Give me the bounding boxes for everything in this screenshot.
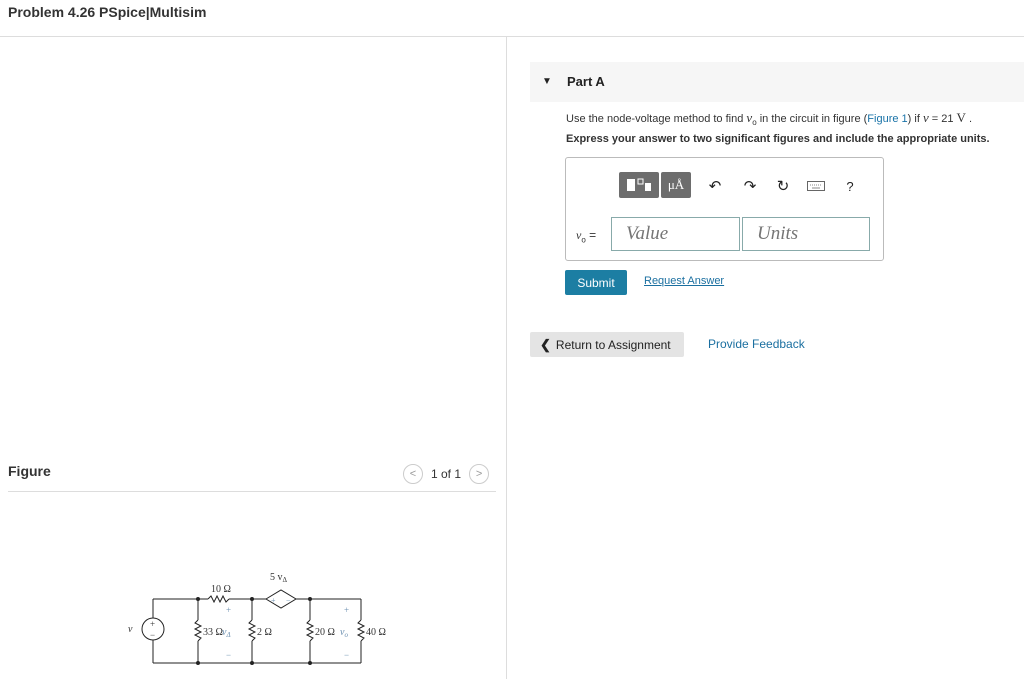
answer-label: vo = [576, 228, 597, 245]
request-answer-link[interactable]: Request Answer [644, 275, 724, 287]
chevron-left-icon: ❮ [540, 336, 551, 352]
label-r33: 33 Ω [203, 627, 223, 638]
vdelta-plus: + [226, 605, 231, 615]
units-input[interactable] [742, 217, 870, 251]
submit-button[interactable]: Submit [565, 270, 627, 295]
resistor-10 [207, 594, 230, 604]
label-r40: 40 Ω [366, 627, 386, 638]
circuit-diagram: v + − 10 Ω 5 vΔ + − 33 Ω vΔ + − 2 Ω 20 Ω… [128, 572, 386, 665]
panel-divider [506, 37, 507, 679]
dep-plus: + [271, 596, 276, 605]
resistor-20 [305, 619, 315, 642]
page-title: Problem 4.26 PSpice|Multisim [8, 4, 207, 20]
answer-box: μÅ ↶ ↷ ↻ ? vo = [565, 157, 884, 261]
source-plus: + [150, 619, 155, 629]
figure-pager: < 1 of 1 > [403, 464, 490, 484]
node-dot [196, 661, 200, 665]
pager-count: 1 of 1 [431, 467, 462, 481]
vo-minus: − [344, 650, 349, 660]
label-dep-source: 5 vΔ [270, 572, 288, 584]
keyboard-icon[interactable] [806, 176, 826, 196]
figure-heading: Figure [8, 463, 51, 479]
node-dot [250, 661, 254, 665]
reset-icon[interactable]: ↻ [773, 176, 793, 196]
resistor-40 [356, 619, 366, 642]
chevron-right-icon[interactable]: > [469, 464, 490, 484]
provide-feedback-link[interactable]: Provide Feedback [708, 337, 805, 351]
vdelta-minus: − [226, 650, 231, 660]
label-vdelta: vΔ [222, 627, 231, 639]
label-vo: vo [340, 627, 348, 639]
resistor-33 [193, 619, 203, 642]
source-minus: − [150, 630, 155, 640]
caret-down-icon: ▼ [542, 76, 552, 87]
title-bar: Problem 4.26 PSpice|Multisim [0, 0, 1024, 37]
source-label: v [128, 624, 133, 635]
part-a-title: Part A [567, 74, 605, 89]
node-dot [308, 661, 312, 665]
resistor-2 [247, 619, 257, 642]
figure-link[interactable]: Figure 1 [867, 113, 907, 125]
figure-divider [8, 491, 496, 492]
return-to-assignment-button[interactable]: ❮ Return to Assignment [530, 332, 684, 357]
dep-minus: − [286, 596, 291, 605]
value-input[interactable] [611, 217, 740, 251]
label-r2: 2 Ω [257, 627, 272, 638]
vo-plus: + [344, 605, 349, 615]
units-button[interactable]: μÅ [661, 172, 691, 198]
label-r20: 20 Ω [315, 627, 335, 638]
node-dot [250, 597, 254, 601]
redo-icon[interactable]: ↷ [740, 176, 760, 196]
part-a-header[interactable]: ▼ Part A [530, 62, 1024, 102]
templates-icon[interactable] [619, 172, 659, 198]
node-dot [308, 597, 312, 601]
help-icon[interactable]: ? [840, 176, 860, 196]
question-text: Use the node-voltage method to find vo i… [566, 110, 973, 128]
node-dot [196, 597, 200, 601]
label-r10: 10 Ω [211, 584, 231, 595]
return-label: Return to Assignment [555, 337, 671, 352]
chevron-left-icon[interactable]: < [403, 464, 423, 484]
undo-icon[interactable]: ↶ [705, 176, 725, 196]
instruction-text: Express your answer to two significant f… [566, 133, 990, 145]
